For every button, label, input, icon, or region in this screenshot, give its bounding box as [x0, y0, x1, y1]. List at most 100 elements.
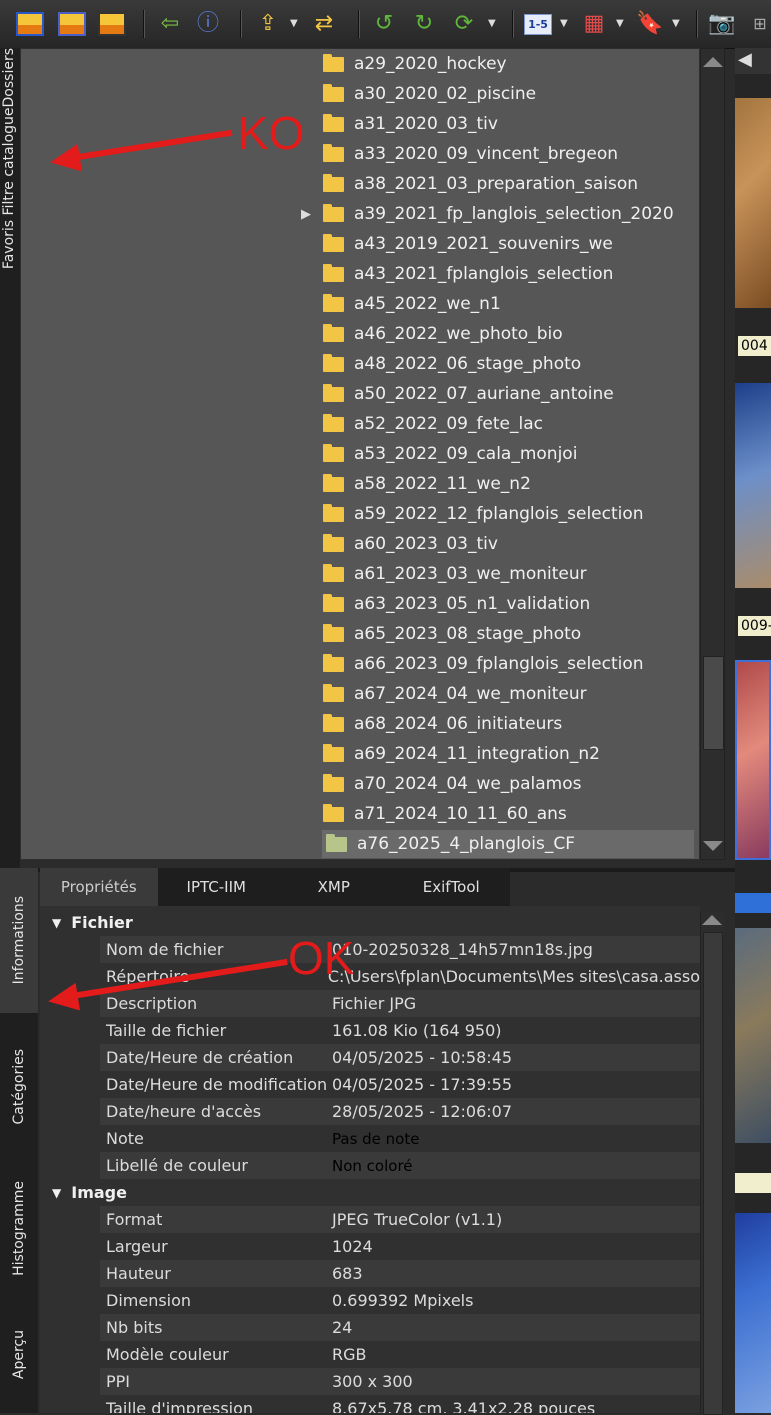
- folder-item[interactable]: a50_2022_07_auriane_antoine: [323, 380, 614, 408]
- folder-item[interactable]: a67_2024_04_we_moniteur: [323, 680, 587, 708]
- info-icon[interactable]: ⓘ: [192, 8, 224, 40]
- color-label-dropdown-icon[interactable]: ▼: [616, 18, 624, 29]
- folder-name: a63_2023_05_n1_validation: [354, 594, 591, 614]
- folder-item[interactable]: a43_2021_fplanglois_selection: [323, 260, 613, 288]
- tab-favoris-filtre-catalogue-dossiers[interactable]: Favoris Filtre catalogueDossiers: [1, 48, 17, 269]
- folder-item[interactable]: a31_2020_03_tiv: [323, 110, 498, 138]
- folder-icon: [323, 473, 344, 492]
- settings-icon[interactable]: ⊞: [744, 8, 771, 40]
- thumbnail-nav-bar: ◀: [735, 48, 771, 74]
- folder-item[interactable]: a68_2024_06_initiateurs: [323, 710, 562, 738]
- tab-exiftool[interactable]: ExifTool: [392, 868, 510, 906]
- collapse-triangle-icon[interactable]: ▼: [52, 1186, 61, 1200]
- folder-item[interactable]: a71_2024_10_11_60_ans: [323, 800, 567, 828]
- folder-icon: [323, 353, 344, 372]
- folder-item[interactable]: a63_2023_05_n1_validation: [323, 590, 590, 618]
- folder-item[interactable]: a39_2021_fp_langlois_selection_2020: [323, 200, 674, 228]
- rating-dropdown-icon[interactable]: ▼: [560, 18, 568, 29]
- properties-scroll-thumb[interactable]: [703, 932, 723, 1415]
- folder-icon: [323, 443, 344, 462]
- folder-item[interactable]: a53_2022_09_cala_monjoi: [323, 440, 577, 468]
- property-label: Date/heure d'accès: [106, 1102, 262, 1121]
- scroll-up-icon[interactable]: [703, 57, 723, 67]
- folder-item[interactable]: a29_2020_hockey: [323, 50, 507, 78]
- property-row: Description Fichier JPG: [100, 990, 700, 1017]
- property-value: 683: [332, 1264, 363, 1283]
- folder-icon: [323, 683, 344, 702]
- folder-item[interactable]: a46_2022_we_photo_bio: [323, 320, 563, 348]
- property-value: 04/05/2025 - 10:58:45: [332, 1048, 513, 1067]
- export-icon[interactable]: ⇪: [252, 8, 284, 40]
- convert-icon[interactable]: ⇄: [308, 8, 340, 40]
- scroll-up-icon[interactable]: [702, 915, 722, 925]
- rotate-left-icon[interactable]: ↺: [368, 8, 400, 40]
- refresh-icon[interactable]: ⟳: [448, 8, 480, 40]
- thumbnail-image[interactable]: [735, 98, 771, 308]
- tab-xmp[interactable]: XMP: [275, 868, 393, 906]
- folder-item[interactable]: a48_2022_06_stage_photo: [323, 350, 581, 378]
- thumbnail-image[interactable]: [735, 1213, 771, 1413]
- folder-item[interactable]: a52_2022_09_fete_lac: [323, 410, 543, 438]
- folder-item[interactable]: a38_2021_03_preparation_saison: [323, 170, 638, 198]
- property-value: Fichier JPG: [332, 994, 417, 1013]
- color-label-icon[interactable]: ▦: [578, 8, 610, 40]
- property-row: Format JPEG TrueColor (v1.1): [100, 1206, 700, 1233]
- tab-proprietes[interactable]: Propriétés: [40, 868, 158, 906]
- property-row: Largeur 1024: [100, 1233, 700, 1260]
- folder-item[interactable]: a70_2024_04_we_palamos: [323, 770, 581, 798]
- folder-item[interactable]: a76_2025_4_planglois_CF: [322, 830, 694, 858]
- property-label: Largeur: [106, 1237, 168, 1256]
- tab-categories[interactable]: Catégories: [0, 1013, 38, 1161]
- refresh-dropdown-icon[interactable]: ▼: [488, 18, 496, 29]
- fullscreen-icon[interactable]: [56, 8, 88, 40]
- collapse-triangle-icon[interactable]: ▼: [52, 916, 61, 930]
- thumbnail-image[interactable]: [735, 928, 771, 1143]
- folder-item[interactable]: a30_2020_02_piscine: [323, 80, 536, 108]
- property-value: 24: [332, 1318, 353, 1337]
- section-image[interactable]: ▼ Image: [40, 1179, 700, 1206]
- expand-arrow-icon[interactable]: ▶: [301, 207, 311, 222]
- folder-name: a30_2020_02_piscine: [354, 84, 537, 104]
- property-value: JPEG TrueColor (v1.1): [332, 1210, 503, 1229]
- view-icon[interactable]: [14, 8, 46, 40]
- thumbnail-selected-label: [735, 893, 771, 913]
- folder-item[interactable]: a65_2023_08_stage_photo: [323, 620, 581, 648]
- rotate-right-icon[interactable]: ↻: [408, 8, 440, 40]
- folder-name: a60_2023_03_tiv: [354, 534, 498, 554]
- thumbnail-image[interactable]: [735, 383, 771, 588]
- camera-icon[interactable]: 📷: [706, 8, 738, 40]
- section-fichier[interactable]: ▼ Fichier: [40, 909, 700, 936]
- main-toolbar: ⇦ ⓘ ⇪ ▼ ⇄ ↺ ↻ ⟳ ▼ 1-5 ▼ ▦ ▼ 🔖 ▼ 📷 ⊞: [0, 0, 771, 49]
- bookmark-dropdown-icon[interactable]: ▼: [672, 18, 680, 29]
- folder-item[interactable]: a33_2020_09_vincent_bregeon: [323, 140, 618, 168]
- tab-histogramme[interactable]: Histogramme: [0, 1161, 38, 1296]
- import-icon[interactable]: ⇦: [154, 8, 186, 40]
- tree-scroll-thumb[interactable]: [703, 656, 724, 750]
- scroll-down-icon[interactable]: [703, 841, 723, 851]
- export-dropdown-icon[interactable]: ▼: [290, 18, 298, 29]
- folder-item[interactable]: a58_2022_11_we_n2: [323, 470, 531, 498]
- tab-apercu[interactable]: Aperçu: [0, 1296, 38, 1413]
- folder-item[interactable]: a43_2019_2021_souvenirs_we: [323, 230, 613, 258]
- bookmark-icon[interactable]: 🔖: [634, 8, 666, 40]
- folder-item[interactable]: a59_2022_12_fplanglois_selection: [323, 500, 644, 528]
- tab-informations[interactable]: Informations: [0, 868, 38, 1013]
- back-arrow-icon[interactable]: ◀: [738, 49, 752, 70]
- rating-icon[interactable]: 1-5: [522, 8, 554, 40]
- property-value: 1024: [332, 1237, 373, 1256]
- folder-item[interactable]: a61_2023_03_we_moniteur: [323, 560, 587, 588]
- info-tab-strip: Informations Catégories Histogramme Aper…: [0, 868, 38, 1413]
- property-label: Nb bits: [106, 1318, 163, 1337]
- folder-item[interactable]: a60_2023_03_tiv: [323, 530, 498, 558]
- toolbar-separator: [240, 10, 242, 38]
- properties-scrollbar[interactable]: [700, 912, 724, 1415]
- thumbnail-image-selected[interactable]: [735, 660, 771, 860]
- folder-item[interactable]: a45_2022_we_n1: [323, 290, 501, 318]
- annotation-ok: OK: [288, 932, 355, 984]
- folder-item[interactable]: a66_2023_09_fplanglois_selection: [323, 650, 644, 678]
- property-label: Format: [106, 1210, 163, 1229]
- folder-item[interactable]: a69_2024_11_integration_n2: [323, 740, 600, 768]
- slideshow-icon[interactable]: [96, 8, 128, 40]
- tab-iptc-iim[interactable]: IPTC-IIM: [157, 868, 275, 906]
- property-row: Date/heure d'accès 28/05/2025 - 12:06:07: [100, 1098, 700, 1125]
